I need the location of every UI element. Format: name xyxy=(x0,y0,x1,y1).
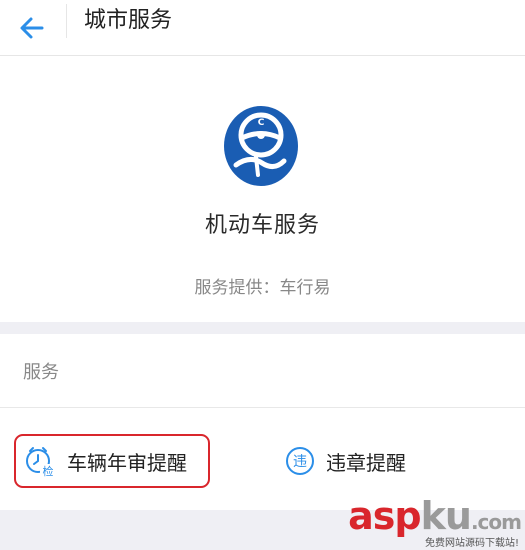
service-header: C 机动车服务 服务提供：车行易 xyxy=(0,57,525,322)
violation-icon: 违 xyxy=(286,447,314,475)
svg-text:违: 违 xyxy=(293,454,307,470)
annual-inspection-label: 车辆年审提醒 xyxy=(67,450,187,475)
annual-inspection-reminder-button[interactable]: 检 车辆年审提醒 xyxy=(14,434,210,488)
svg-text:C: C xyxy=(258,118,265,128)
page-title: 城市服务 xyxy=(84,8,173,33)
service-provider: 服务提供：车行易 xyxy=(194,278,331,298)
svg-text:检: 检 xyxy=(43,464,54,477)
service-name: 机动车服务 xyxy=(204,213,320,238)
watermark-subtitle: 免费网站源码下载站! xyxy=(424,538,519,549)
annual-inspection-icon: 检 xyxy=(26,447,56,477)
watermark-logo: aspku.com xyxy=(348,494,522,538)
top-bar: 城市服务 xyxy=(0,0,525,56)
services-section-title: 服务 xyxy=(23,362,59,383)
back-button[interactable] xyxy=(10,6,54,50)
vehicle-service-logo-icon: C xyxy=(224,106,298,186)
services-section-header: 服务 xyxy=(0,334,525,408)
back-arrow-icon xyxy=(20,17,44,39)
violation-label: 违章提醒 xyxy=(326,450,406,475)
watermark: aspku.com 免费网站源码下载站! xyxy=(341,494,522,549)
section-gap xyxy=(0,322,525,334)
topbar-divider xyxy=(66,4,67,38)
city-services-page: 城市服务 C 机动车服务 服务提供：车行易 服务 检 车辆年审提醒 违 违章提醒… xyxy=(0,0,525,550)
violation-reminder-button[interactable]: 违 违章提醒 xyxy=(282,434,432,488)
